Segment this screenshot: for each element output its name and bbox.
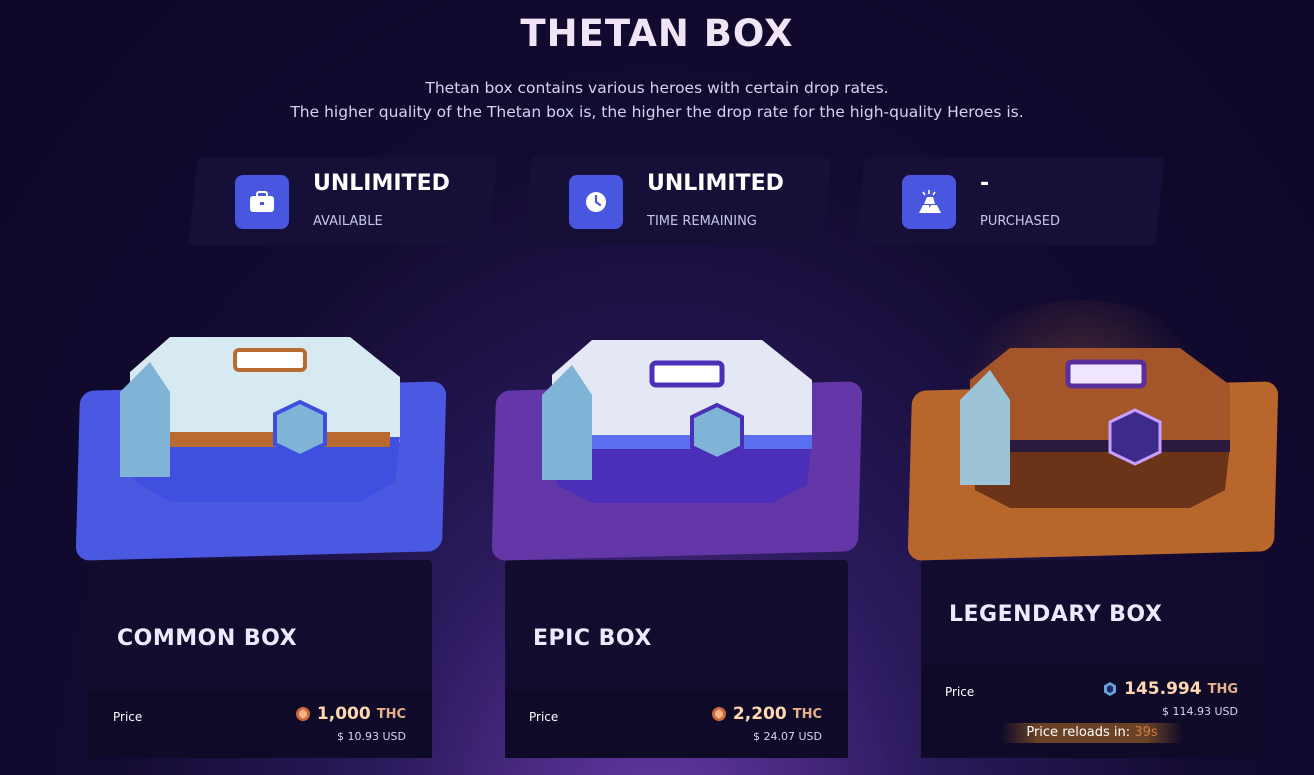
box-name: LEGENDARY BOX: [949, 602, 1163, 627]
legendary-box-card[interactable]: LEGENDARY BOX Price 145.994 THG $ 114.93…: [921, 560, 1264, 758]
common-box-card[interactable]: COMMON BOX Price 1,000 THC $ 10.93 USD: [89, 560, 432, 758]
clock-icon: [569, 175, 623, 229]
stat-value: UNLIMITED: [647, 171, 784, 196]
thc-coin-icon: [295, 707, 310, 721]
description-line-1: Thetan box contains various heroes with …: [425, 79, 889, 97]
stat-time-remaining: UNLIMITED TIME REMAINING: [522, 157, 832, 245]
common-chest-image[interactable]: [110, 332, 410, 512]
price-unit: THC: [376, 706, 406, 722]
stat-value: UNLIMITED: [313, 171, 450, 196]
reload-label: Price reloads in:: [1026, 725, 1131, 740]
price-usd: $ 114.93 USD: [1162, 705, 1238, 718]
price-label: Price: [945, 685, 975, 699]
price-panel: Price 1,000 THC $ 10.93 USD: [89, 690, 432, 758]
stat-available: UNLIMITED AVAILABLE: [188, 157, 498, 245]
briefcase-icon: [235, 175, 289, 229]
gold-bars-icon: [902, 175, 956, 229]
box-name: COMMON BOX: [117, 626, 298, 651]
price-panel: Price 2,200 THC $ 24.07 USD: [505, 690, 848, 758]
price-usd: $ 24.07 USD: [753, 730, 822, 743]
price-row: 1,000 THC: [295, 704, 406, 724]
epic-box-card[interactable]: EPIC BOX Price 2,200 THC $ 24.07 USD: [505, 560, 848, 758]
thc-coin-icon: [711, 707, 726, 721]
price-amount: 145.994: [1124, 679, 1202, 699]
stat-purchased: - PURCHASED: [855, 157, 1165, 245]
price-label: Price: [529, 710, 559, 724]
price-usd: $ 10.93 USD: [337, 730, 406, 743]
page-title: THETAN BOX: [520, 12, 794, 55]
stat-label: AVAILABLE: [313, 214, 383, 229]
price-reload-timer: Price reloads in: 39s: [1001, 723, 1183, 743]
legendary-chest-image[interactable]: [950, 340, 1240, 520]
price-panel: Price 145.994 THG $ 114.93 USD Price rel…: [921, 665, 1264, 758]
box-name: EPIC BOX: [533, 626, 652, 651]
description-line-2: The higher quality of the Thetan box is,…: [290, 103, 1024, 121]
stat-label: TIME REMAINING: [647, 214, 757, 229]
price-label: Price: [113, 710, 143, 724]
price-unit: THG: [1207, 681, 1238, 697]
stat-value: -: [980, 171, 990, 196]
reload-seconds: 39s: [1134, 725, 1158, 740]
price-amount: 1,000: [316, 704, 371, 724]
page-description: Thetan box contains various heroes with …: [0, 76, 1314, 124]
price-row: 145.994 THG: [1102, 679, 1238, 699]
price-row: 2,200 THC: [711, 704, 822, 724]
price-unit: THC: [792, 706, 822, 722]
thg-coin-icon: [1104, 682, 1117, 696]
epic-chest-image[interactable]: [532, 335, 822, 515]
price-amount: 2,200: [732, 704, 787, 724]
stat-label: PURCHASED: [980, 214, 1060, 229]
